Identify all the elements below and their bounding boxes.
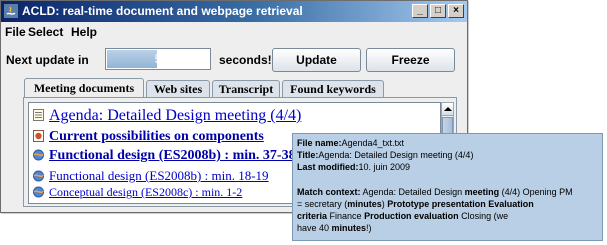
title-bar[interactable]: ACLD: real-time document and webpage ret… (1, 1, 467, 22)
document-item-functional-18[interactable]: Functional design (ES2008b) : min. 18-19 (33, 168, 269, 184)
close-button[interactable]: × (448, 4, 464, 18)
browser-icon (33, 170, 44, 182)
window-title: ACLD: real-time document and webpage ret… (22, 4, 303, 18)
freeze-button[interactable]: Freeze (366, 48, 455, 72)
tab-transcript[interactable]: Transcript (212, 80, 280, 98)
menu-select[interactable]: Select (28, 24, 63, 40)
document-label: Functional design (ES2008b) : min. 37-38 (49, 148, 296, 163)
browser-icon (33, 186, 44, 198)
document-item-conceptual[interactable]: Conceptual design (ES2008c) : min. 1-2 (33, 185, 242, 200)
java-app-icon (4, 4, 18, 18)
tooltip-match-line-4: have 40 minutes!) (297, 223, 372, 233)
document-label: Functional design (ES2008b) : min. 18-19 (49, 168, 269, 183)
text-file-icon (33, 109, 44, 122)
menu-file[interactable]: File (5, 24, 26, 40)
scroll-up-arrow-icon[interactable] (442, 103, 453, 116)
document-label: Conceptual design (ES2008c) : min. 1-2 (49, 185, 243, 199)
menu-bar: File Select Help (1, 22, 467, 42)
tab-found-keywords[interactable]: Found keywords (282, 80, 384, 98)
document-label: Agenda: Detailed Design meeting (4/4) (49, 107, 302, 124)
tooltip-match-line-2: = secretary (minutes) Prototype presenta… (297, 199, 534, 209)
menu-help[interactable]: Help (71, 24, 97, 40)
tooltip-match-line-1: Match context: Agenda: Detailed Design m… (297, 187, 573, 197)
minimize-button[interactable]: _ (412, 4, 428, 18)
document-item-components[interactable]: Current possibilities on components (33, 129, 264, 145)
seconds-label: seconds! (219, 53, 272, 67)
browser-icon (33, 149, 44, 161)
countdown-progress: 5 (105, 48, 211, 70)
document-item-agenda[interactable]: Agenda: Detailed Design meeting (4/4) (33, 107, 301, 125)
tooltip-match-line-3: criteria Finance Production evaluation C… (297, 211, 509, 221)
powerpoint-icon (33, 129, 44, 142)
tooltip-title: Title:Agenda: Detailed Design meeting (4… (297, 150, 474, 160)
tooltip-last-modified: Last modified:10. juin 2009 (297, 162, 411, 172)
maximize-button[interactable]: □ (430, 4, 446, 18)
document-label: Current possibilities on components (49, 129, 264, 144)
countdown-value: 5 (154, 52, 162, 66)
tooltip-file-name: File name:Agenda4_txt.txt (297, 138, 405, 148)
tab-meeting-documents[interactable]: Meeting documents (24, 78, 144, 98)
document-item-functional-37[interactable]: Functional design (ES2008b) : min. 37-38 (33, 148, 296, 164)
update-button[interactable]: Update (272, 48, 361, 72)
document-tooltip: File name:Agenda4_txt.txt Title:Agenda: … (292, 133, 603, 241)
next-update-label: Next update in (6, 53, 89, 67)
update-toolbar: Next update in 5 seconds! Update Freeze (1, 42, 467, 78)
tab-web-sites[interactable]: Web sites (146, 80, 210, 98)
